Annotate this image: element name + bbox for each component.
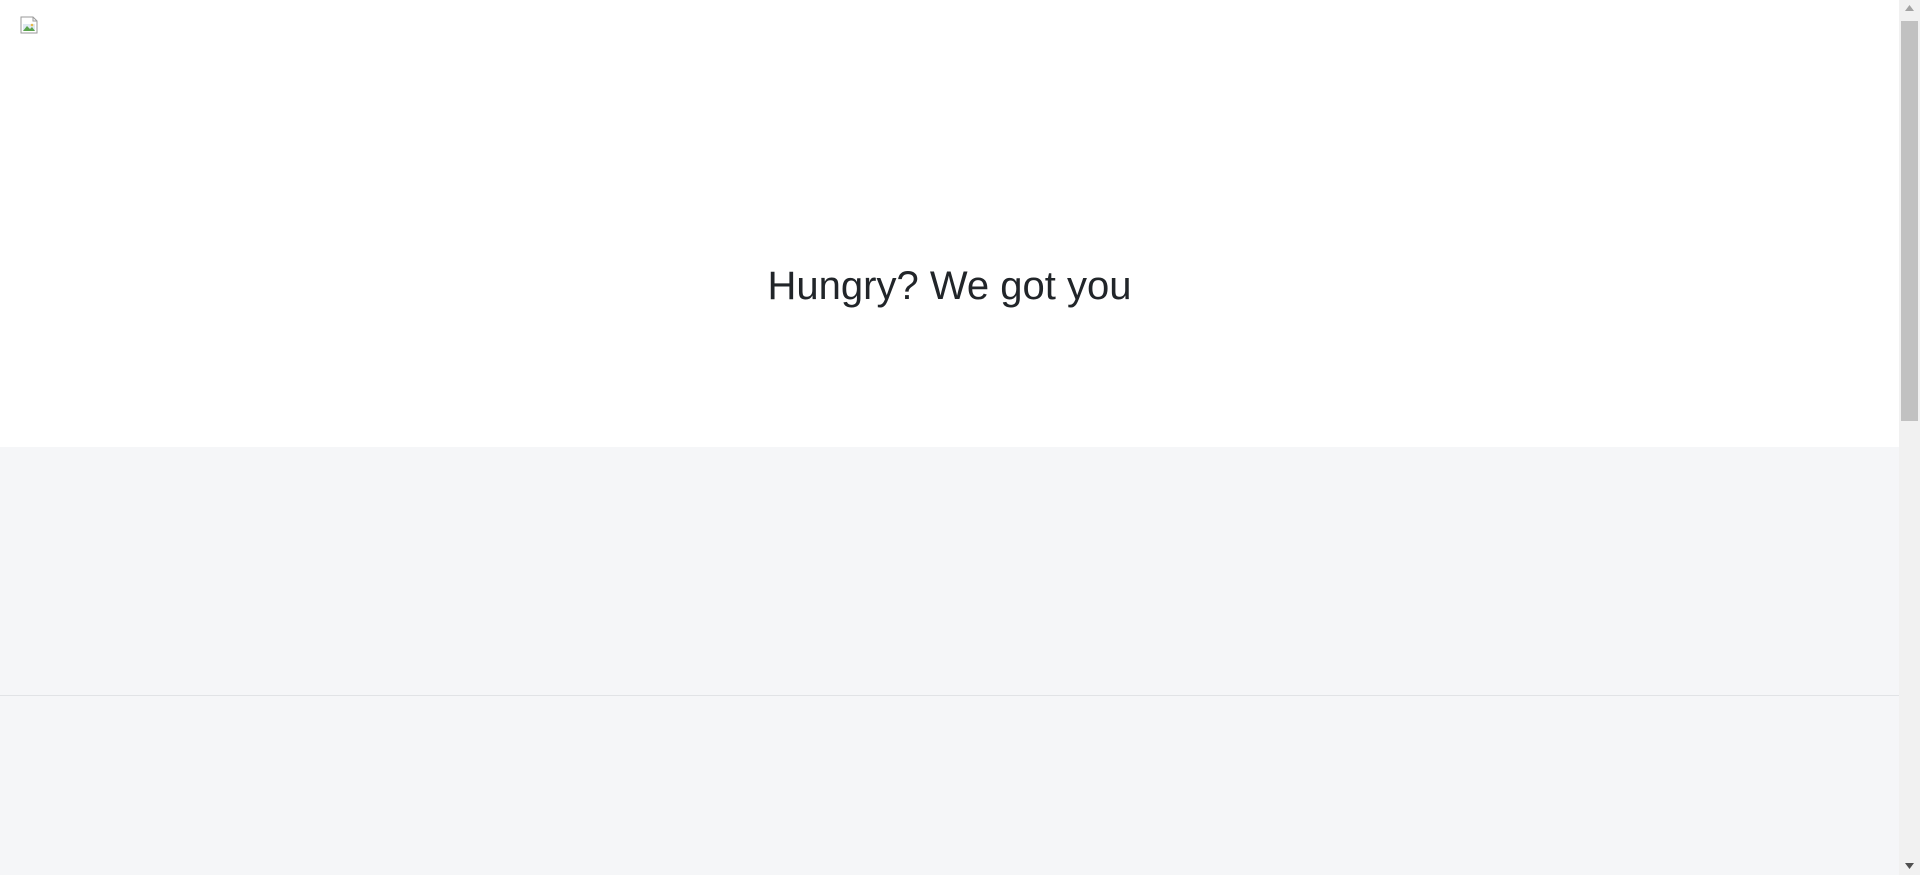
broken-image-icon[interactable] [20, 16, 39, 34]
page: Hungry? We got you [0, 0, 1899, 875]
arrow-up-icon[interactable] [1899, 0, 1920, 17]
vertical-scrollbar[interactable] [1899, 0, 1920, 875]
page-title: Hungry? We got you [767, 264, 1132, 308]
arrow-down-icon[interactable] [1899, 858, 1920, 875]
browser-viewport: Hungry? We got you [0, 0, 1920, 875]
content-section [0, 447, 1899, 875]
hero-header: Hungry? We got you [0, 0, 1899, 447]
scrollbar-thumb[interactable] [1901, 21, 1918, 421]
section-divider [0, 695, 1899, 696]
